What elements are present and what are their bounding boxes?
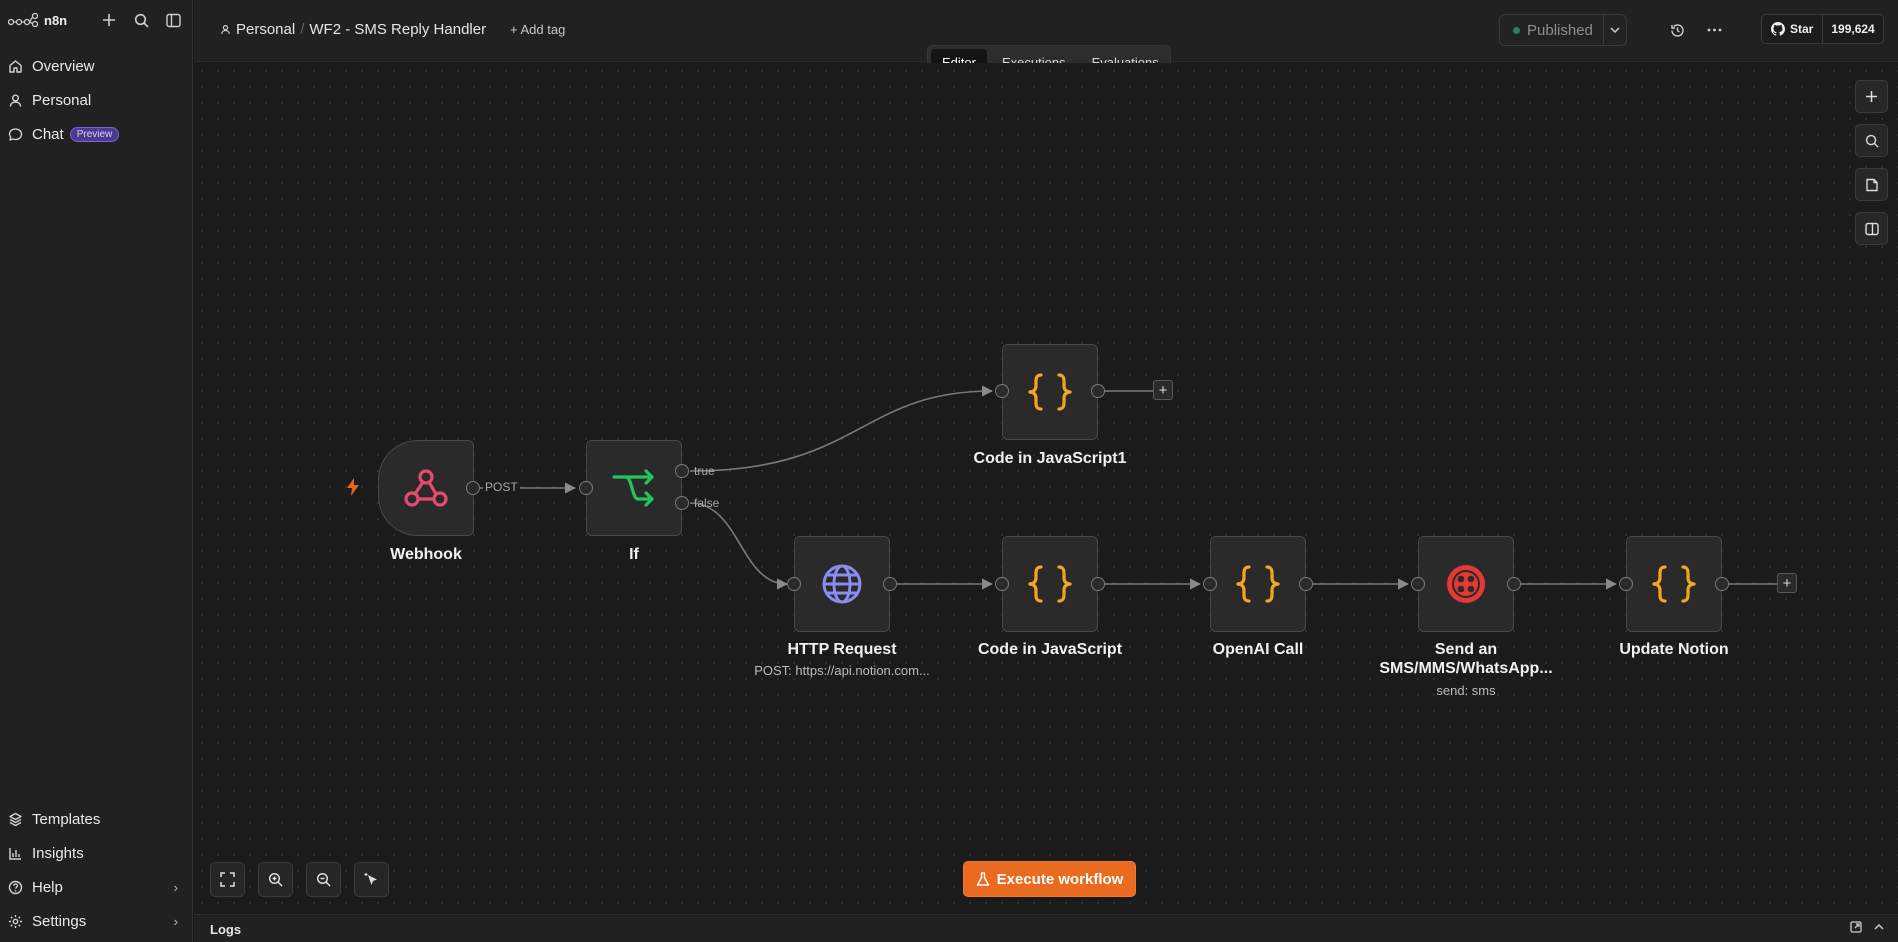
chevron-up-icon[interactable]	[1874, 921, 1884, 935]
node-webhook[interactable]	[378, 440, 474, 536]
input-port[interactable]	[579, 481, 593, 495]
input-port[interactable]	[1411, 577, 1425, 591]
add-node-button[interactable]: +	[1153, 380, 1173, 400]
output-port[interactable]	[466, 481, 480, 495]
input-port[interactable]	[1619, 577, 1633, 591]
zoom-out-icon	[316, 872, 331, 887]
cursor-sparkle-icon	[364, 872, 377, 885]
output-port[interactable]	[1507, 577, 1521, 591]
zoom-out-button[interactable]	[306, 862, 341, 897]
flask-icon	[976, 871, 989, 886]
code-braces-icon	[1236, 565, 1280, 603]
plus-icon	[1866, 91, 1877, 102]
add-node-button[interactable]: +	[1777, 573, 1797, 593]
code-braces-icon	[1652, 565, 1696, 603]
node-label-send-sms-line2: SMS/MMS/WhatsApp...	[1379, 660, 1553, 677]
output-port[interactable]	[883, 577, 897, 591]
node-label-openai-call: OpenAI Call	[1212, 641, 1304, 658]
node-subtitle-http-request: POST: https://api.notion.com...	[754, 663, 930, 678]
node-if[interactable]	[586, 440, 682, 536]
edge-label-true: true	[694, 464, 715, 478]
output-port[interactable]	[1091, 577, 1105, 591]
execute-workflow-button[interactable]: Execute workflow	[963, 861, 1136, 897]
search-icon	[1865, 134, 1879, 148]
panel-icon	[1864, 222, 1879, 235]
input-port[interactable]	[787, 577, 801, 591]
edge-label-false: false	[694, 496, 720, 510]
workflow-edges	[480, 385, 1777, 590]
node-send-sms[interactable]	[1418, 536, 1514, 632]
logs-label: Logs	[210, 922, 242, 937]
trigger-bolt-icon	[346, 478, 360, 501]
node-label-code-javascript: Code in JavaScript	[977, 641, 1123, 658]
add-node-panel-button[interactable]	[1855, 80, 1888, 113]
edge-if-http	[689, 502, 789, 590]
node-label-http-request: HTTP Request	[787, 641, 897, 658]
input-port[interactable]	[995, 577, 1009, 591]
node-label-if: If	[629, 546, 639, 563]
output-port-false[interactable]	[675, 496, 689, 510]
tidy-up-button[interactable]	[354, 862, 389, 897]
output-port[interactable]	[1715, 577, 1729, 591]
execute-workflow-label: Execute workflow	[996, 870, 1124, 888]
code-braces-icon	[1028, 565, 1072, 603]
node-label-code-javascript1: Code in JavaScript1	[973, 450, 1127, 467]
search-nodes-button[interactable]	[1855, 124, 1888, 157]
output-port[interactable]	[1091, 384, 1105, 398]
webhook-icon	[404, 469, 448, 507]
fit-view-icon	[220, 872, 235, 887]
zoom-in-icon	[268, 872, 283, 887]
toggle-panel-button[interactable]	[1855, 212, 1888, 245]
node-subtitle-send-sms: send: sms	[1436, 683, 1496, 698]
fit-view-button[interactable]	[210, 862, 245, 897]
node-code-javascript[interactable]	[1002, 536, 1098, 632]
sticky-note-icon	[1865, 178, 1878, 191]
sticky-note-button[interactable]	[1855, 168, 1888, 201]
node-label-update-notion: Update Notion	[1619, 641, 1729, 658]
node-update-notion[interactable]	[1626, 536, 1722, 632]
if-branch-icon	[612, 469, 654, 507]
node-openai-call[interactable]	[1210, 536, 1306, 632]
node-code-javascript1[interactable]	[1002, 344, 1098, 440]
output-port[interactable]	[1299, 577, 1313, 591]
node-http-request[interactable]	[794, 536, 890, 632]
node-label-webhook: Webhook	[390, 546, 462, 563]
zoom-in-button[interactable]	[258, 862, 293, 897]
input-port[interactable]	[1203, 577, 1217, 591]
edge-label-post: POST	[483, 480, 520, 494]
globe-icon	[822, 564, 862, 604]
output-port-true[interactable]	[675, 464, 689, 478]
node-label-send-sms-line1: Send an	[1434, 641, 1498, 658]
twilio-icon	[1447, 565, 1485, 603]
node-label-send-sms: Send an SMS/MMS/WhatsApp...	[1356, 640, 1576, 678]
code-braces-icon	[1028, 373, 1072, 411]
pop-out-icon[interactable]	[1850, 921, 1862, 936]
input-port[interactable]	[995, 384, 1009, 398]
logs-panel-bar[interactable]: Logs	[194, 914, 1898, 942]
